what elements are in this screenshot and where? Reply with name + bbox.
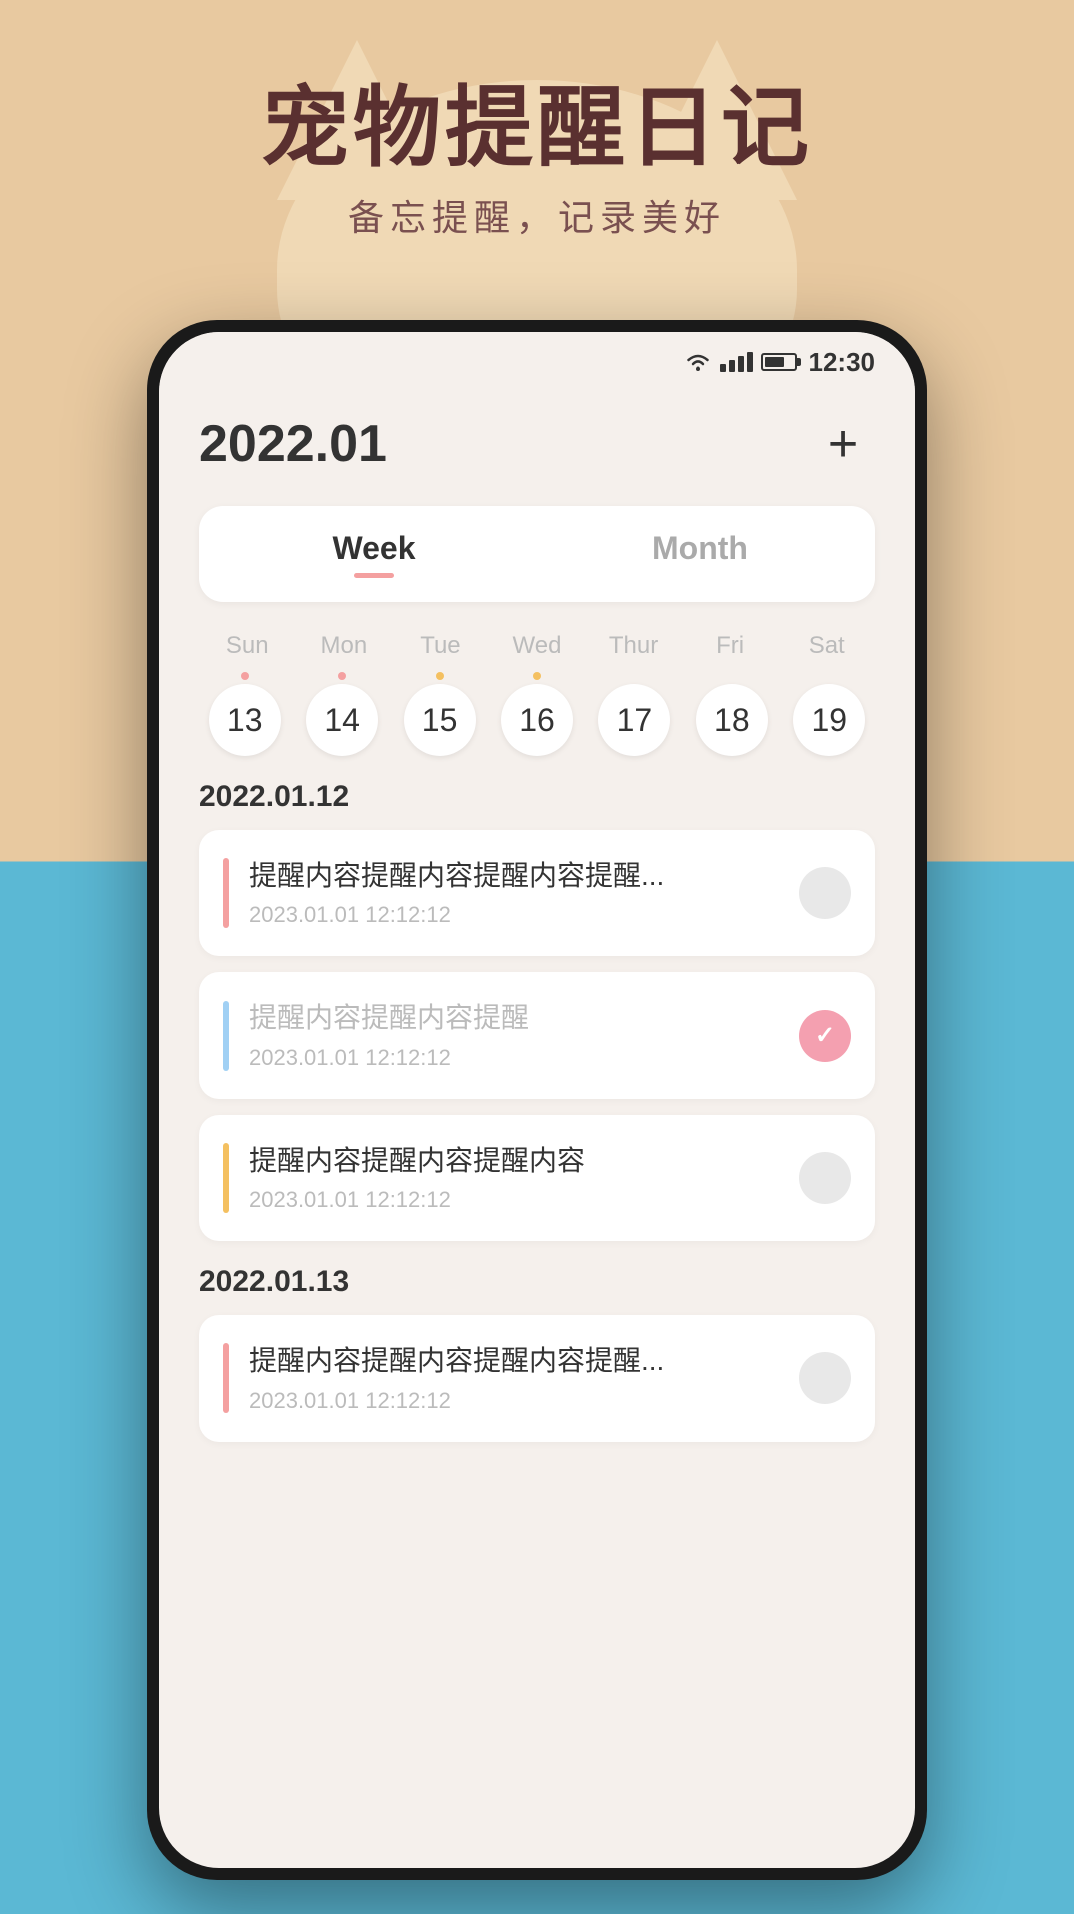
reminder-toggle-3[interactable] — [799, 1352, 851, 1404]
reminder-body-3: 提醒内容提醒内容提醒内容提醒... 2023.01.01 12:12:12 — [249, 1343, 779, 1413]
reminder-accent-1 — [223, 1001, 229, 1071]
tab-week[interactable]: Week — [211, 518, 537, 590]
day-14-num: 14 — [306, 684, 378, 756]
section-date-0113: 2022.01.13 — [199, 1265, 875, 1299]
tab-month-label: Month — [652, 530, 748, 567]
day-18[interactable]: 18 — [686, 672, 777, 756]
reminder-title-1: 提醒内容提醒内容提醒 — [249, 1000, 779, 1036]
reminder-title-2: 提醒内容提醒内容提醒内容 — [249, 1143, 779, 1179]
tab-month-underline — [680, 573, 720, 578]
reminder-card-3: 提醒内容提醒内容提醒内容提醒... 2023.01.01 12:12:12 — [199, 1315, 875, 1441]
reminder-time-0: 2023.01.01 12:12:12 — [249, 902, 779, 928]
day-16[interactable]: 16 — [491, 672, 582, 756]
day-14[interactable]: 14 — [296, 672, 387, 756]
day-13[interactable]: 13 — [199, 672, 290, 756]
title-area: 宠物提醒日记 备忘提醒，记录美好 — [0, 80, 1074, 241]
section-date-0112: 2022.01.12 — [199, 780, 875, 814]
main-title: 宠物提醒日记 — [0, 80, 1074, 177]
day-19-dot — [825, 672, 833, 680]
day-16-num: 16 — [501, 684, 573, 756]
reminder-toggle-0[interactable] — [799, 867, 851, 919]
day-16-dot — [533, 672, 541, 680]
weekday-wed: Wed — [489, 632, 586, 660]
reminder-title-0: 提醒内容提醒内容提醒内容提醒... — [249, 858, 779, 894]
day-19-num: 19 — [793, 684, 865, 756]
tab-week-label: Week — [332, 530, 415, 567]
reminder-accent-0 — [223, 858, 229, 928]
reminder-toggle-2[interactable] — [799, 1152, 851, 1204]
weekday-tue: Tue — [392, 632, 489, 660]
day-14-dot — [338, 672, 346, 680]
reminder-title-3: 提醒内容提醒内容提醒内容提醒... — [249, 1343, 779, 1379]
day-15-dot — [436, 672, 444, 680]
day-13-num: 13 — [209, 684, 281, 756]
weekday-thur: Thur — [585, 632, 682, 660]
reminder-body-0: 提醒内容提醒内容提醒内容提醒... 2023.01.01 12:12:12 — [249, 858, 779, 928]
weekdays-header: Sun Mon Tue Wed Thur Fri Sat — [199, 632, 875, 660]
tab-switcher: Week Month — [199, 506, 875, 602]
calendar-section: Sun Mon Tue Wed Thur Fri Sat 13 — [199, 632, 875, 756]
weekday-fri: Fri — [682, 632, 779, 660]
weekday-sun: Sun — [199, 632, 296, 660]
wifi-icon — [684, 351, 712, 373]
reminder-card-0: 提醒内容提醒内容提醒内容提醒... 2023.01.01 12:12:12 — [199, 830, 875, 956]
tab-week-underline — [354, 573, 394, 578]
tab-month[interactable]: Month — [537, 518, 863, 590]
reminder-time-2: 2023.01.01 12:12:12 — [249, 1187, 779, 1213]
app-header: 2022.01 + — [199, 412, 875, 476]
reminder-time-1: 2023.01.01 12:12:12 — [249, 1045, 779, 1071]
day-17-dot — [630, 672, 638, 680]
day-13-dot — [241, 672, 249, 680]
reminder-toggle-1[interactable]: ✓ — [799, 1010, 851, 1062]
weekday-mon: Mon — [296, 632, 393, 660]
status-bar: 12:30 — [159, 332, 915, 392]
status-time: 12:30 — [809, 347, 876, 378]
battery-icon — [761, 353, 797, 371]
day-17-num: 17 — [598, 684, 670, 756]
day-18-num: 18 — [696, 684, 768, 756]
signal-icon — [720, 352, 753, 372]
reminder-accent-3 — [223, 1343, 229, 1413]
reminder-body-1: 提醒内容提醒内容提醒 2023.01.01 12:12:12 — [249, 1000, 779, 1070]
day-15-num: 15 — [404, 684, 476, 756]
check-icon-1: ✓ — [815, 1021, 835, 1050]
header-date: 2022.01 — [199, 414, 387, 474]
days-row: 13 14 15 16 — [199, 672, 875, 756]
phone-screen: 12:30 2022.01 + Week Month — [159, 332, 915, 1868]
phone-frame: 12:30 2022.01 + Week Month — [147, 320, 927, 1880]
app-content: 2022.01 + Week Month Sun Mon Tu — [159, 392, 915, 1868]
reminder-card-1: 提醒内容提醒内容提醒 2023.01.01 12:12:12 ✓ — [199, 972, 875, 1098]
subtitle: 备忘提醒，记录美好 — [0, 189, 1074, 241]
day-15[interactable]: 15 — [394, 672, 485, 756]
reminder-accent-2 — [223, 1143, 229, 1213]
reminder-card-2: 提醒内容提醒内容提醒内容 2023.01.01 12:12:12 — [199, 1115, 875, 1241]
weekday-sat: Sat — [778, 632, 875, 660]
day-19[interactable]: 19 — [784, 672, 875, 756]
status-icons — [684, 351, 797, 373]
reminder-time-3: 2023.01.01 12:12:12 — [249, 1388, 779, 1414]
day-17[interactable]: 17 — [589, 672, 680, 756]
add-button[interactable]: + — [811, 412, 875, 476]
day-18-dot — [728, 672, 736, 680]
reminder-body-2: 提醒内容提醒内容提醒内容 2023.01.01 12:12:12 — [249, 1143, 779, 1213]
